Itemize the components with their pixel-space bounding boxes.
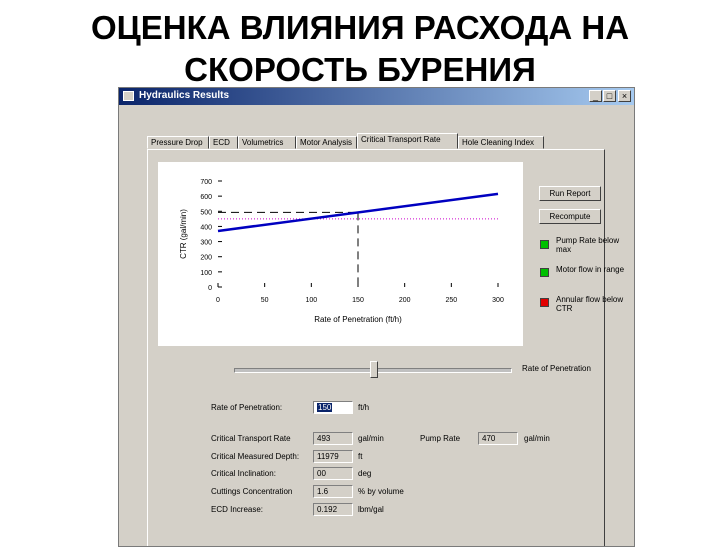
y-tick-label: 700 bbox=[200, 179, 212, 186]
ctr-chart-svg: 0 100 200 300 400 500 600 700 0 50 100 150 200 250 300… bbox=[179, 179, 504, 324]
recompute-button[interactable]: Recompute bbox=[539, 209, 601, 224]
annular-flow-status-indicator bbox=[540, 298, 549, 307]
close-button[interactable]: × bbox=[618, 90, 631, 102]
annular-flow-status-label: Annular flow below CTR bbox=[556, 295, 624, 313]
pump-rate-status-indicator bbox=[540, 240, 549, 249]
critical-depth-field: 11979 bbox=[313, 450, 353, 463]
slide-title-line1: ОЦЕНКА ВЛИЯНИЯ РАСХОДА НА bbox=[90, 9, 630, 46]
cuttings-concentration-label: Cuttings Concentration bbox=[211, 487, 293, 496]
pump-rate-status-label: Pump Rate below max bbox=[556, 236, 620, 254]
y-tick-label: 500 bbox=[200, 209, 212, 216]
y-tick-label: 300 bbox=[200, 240, 212, 247]
rop-slider-thumb[interactable] bbox=[370, 361, 378, 378]
minimize-button[interactable]: _ bbox=[589, 90, 602, 102]
tab-critical-transport-rate[interactable]: Critical Transport Rate bbox=[357, 133, 458, 149]
critical-inclination-label: Critical Inclination: bbox=[211, 469, 276, 478]
critical-inclination-field: 00 bbox=[313, 467, 353, 480]
y-tick-label: 600 bbox=[200, 194, 212, 201]
chart-y-axis-label: CTR (gal/min) bbox=[179, 209, 188, 259]
cuttings-concentration-unit: % by volume bbox=[358, 487, 404, 496]
x-tick-label: 100 bbox=[305, 297, 317, 304]
x-tick-label: 0 bbox=[216, 297, 220, 304]
y-tick-label: 200 bbox=[200, 255, 212, 262]
x-tick-label: 50 bbox=[261, 297, 269, 304]
ecd-increase-label: ECD Increase: bbox=[211, 505, 264, 514]
pump-rate-field: 470 bbox=[478, 432, 518, 445]
y-tick-label: 400 bbox=[200, 224, 212, 231]
ctr-label: Critical Transport Rate bbox=[211, 434, 291, 443]
motor-flow-status-label: Motor flow in range bbox=[556, 265, 625, 274]
app-icon bbox=[123, 91, 134, 101]
window-title: Hydraulics Results bbox=[139, 90, 230, 101]
rop-slider-label: Rate of Penetration bbox=[522, 364, 591, 373]
tab-ecd[interactable]: ECD bbox=[209, 136, 238, 149]
tab-motor-analysis[interactable]: Motor Analysis bbox=[296, 136, 357, 149]
cuttings-concentration-field: 1.6 bbox=[313, 485, 353, 498]
critical-depth-label: Critical Measured Depth: bbox=[211, 452, 300, 461]
pump-rate-label: Pump Rate bbox=[420, 434, 461, 443]
tab-hole-cleaning-index[interactable]: Hole Cleaning Index bbox=[458, 136, 544, 149]
ctr-unit: gal/min bbox=[358, 434, 384, 443]
critical-inclination-unit: deg bbox=[358, 469, 372, 478]
x-tick-label: 200 bbox=[399, 297, 411, 304]
chart-x-axis-label: Rate of Penetration (ft/h) bbox=[314, 315, 402, 324]
rop-unit: ft/h bbox=[358, 403, 370, 412]
ecd-increase-unit: lbm/gal bbox=[358, 505, 384, 514]
y-tick-label: 100 bbox=[200, 270, 212, 277]
ctr-field: 493 bbox=[313, 432, 353, 445]
window-titlebar[interactable]: Hydraulics Results _ □ × bbox=[119, 88, 634, 105]
rop-input[interactable]: 150 bbox=[313, 401, 353, 414]
critical-depth-unit: ft bbox=[358, 452, 363, 461]
run-report-button[interactable]: Run Report bbox=[539, 186, 601, 201]
x-tick-label: 250 bbox=[445, 297, 457, 304]
maximize-button[interactable]: □ bbox=[603, 90, 616, 102]
tab-pressure-drop[interactable]: Pressure Drop bbox=[147, 136, 209, 149]
x-tick-label: 300 bbox=[492, 297, 504, 304]
tab-volumetrics[interactable]: Volumetrics bbox=[238, 136, 296, 149]
motor-flow-status-indicator bbox=[540, 268, 549, 277]
rop-label: Rate of Penetration: bbox=[211, 403, 283, 412]
y-tick-label: 0 bbox=[208, 285, 212, 292]
ecd-increase-field: 0.192 bbox=[313, 503, 353, 516]
x-tick-label: 150 bbox=[352, 297, 364, 304]
ctr-chart: 0 100 200 300 400 500 600 700 0 50 100 150 200 250 300… bbox=[158, 162, 523, 346]
rop-input-value: 150 bbox=[317, 403, 333, 412]
slide-title-line2: СКОРОСТЬ БУРЕНИЯ bbox=[184, 51, 536, 88]
pump-rate-unit: gal/min bbox=[524, 434, 550, 443]
